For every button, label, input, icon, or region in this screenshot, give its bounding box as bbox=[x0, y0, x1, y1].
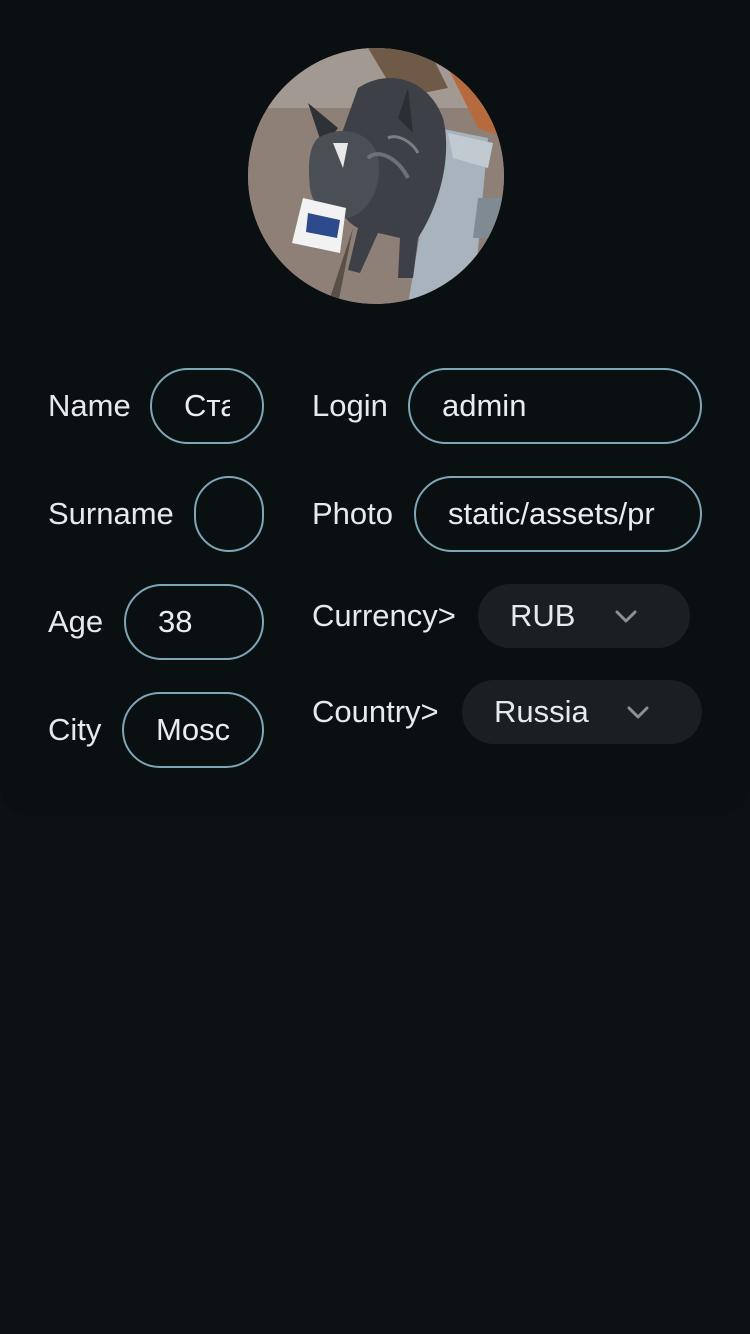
name-label: Name bbox=[48, 388, 131, 423]
age-value: 38 bbox=[158, 604, 193, 639]
currency-select[interactable]: RUB bbox=[478, 584, 690, 648]
photo-label: Photo bbox=[312, 496, 394, 531]
name-value: Cта bbox=[184, 388, 230, 423]
city-value: Mosc bbox=[156, 712, 230, 747]
surname-input[interactable] bbox=[194, 476, 264, 552]
chevron-down-icon bbox=[627, 706, 649, 719]
country-value: Russia bbox=[494, 694, 589, 729]
currency-value: RUB bbox=[510, 598, 576, 633]
profile-card: Name Cта Surname Age 38 City Mosc Login … bbox=[0, 0, 750, 816]
age-input[interactable]: 38 bbox=[124, 584, 264, 660]
city-input[interactable]: Mosc bbox=[122, 692, 264, 768]
city-label: City bbox=[48, 712, 102, 747]
chevron-down-icon bbox=[615, 610, 637, 623]
photo-value: static/assets/pr bbox=[448, 496, 655, 531]
country-select[interactable]: Russia bbox=[462, 680, 702, 744]
name-input[interactable]: Cта bbox=[150, 368, 264, 444]
avatar[interactable] bbox=[248, 48, 504, 304]
login-label: Login bbox=[312, 388, 388, 423]
login-input[interactable]: admin bbox=[408, 368, 702, 444]
photo-input[interactable]: static/assets/pr bbox=[414, 476, 702, 552]
login-value: admin bbox=[442, 388, 527, 423]
country-label: Country> bbox=[312, 694, 439, 729]
avatar-photo bbox=[248, 48, 504, 304]
surname-label: Surname bbox=[48, 496, 174, 531]
currency-label: Currency> bbox=[312, 598, 456, 633]
age-label: Age bbox=[48, 604, 104, 639]
